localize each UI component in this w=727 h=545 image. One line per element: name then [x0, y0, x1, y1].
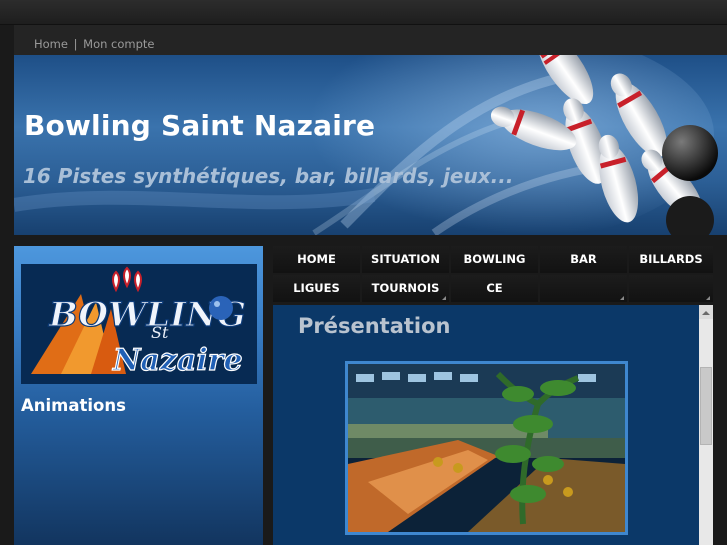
right-edge: [713, 246, 727, 545]
content-scrollbar[interactable]: [699, 305, 713, 545]
nav-label: HOME: [297, 252, 336, 266]
site-tagline: 16 Pistes synthétiques, bar, billards, j…: [23, 164, 514, 188]
nav-label: TOURNOIS: [371, 281, 440, 295]
submenu-arrow-icon: [442, 296, 446, 300]
nav-label: CE: [486, 281, 503, 295]
header-banner: Bowling Saint Nazaire 16 Pistes synthéti…: [14, 55, 727, 235]
nav-item-situation[interactable]: SITUATION: [362, 246, 449, 273]
bowling-pins-illustration: [490, 55, 718, 235]
main-navigation: HOME SITUATION BOWLING BAR BILLARDS LIGU…: [273, 246, 713, 302]
svg-text:St: St: [151, 323, 169, 342]
account-link[interactable]: Mon compte: [83, 37, 154, 51]
nav-item-ce[interactable]: CE: [451, 275, 538, 302]
site-title: Bowling Saint Nazaire: [24, 109, 376, 142]
nav-item-home[interactable]: HOME: [273, 246, 360, 273]
page-title: Présentation: [298, 314, 451, 338]
main-content: Présentation: [273, 305, 699, 545]
nav-label: BOWLING: [463, 252, 526, 266]
nav-label: BILLARDS: [639, 252, 703, 266]
nav-item-billards[interactable]: BILLARDS: [629, 246, 713, 273]
sidebar-heading: Animations: [21, 396, 126, 415]
scroll-thumb[interactable]: [700, 367, 712, 445]
nav-item-empty-1[interactable]: [540, 275, 627, 302]
bowling-logo[interactable]: BOWLING St Nazaire: [21, 264, 257, 384]
top-navigation: Home | Mon compte: [14, 25, 727, 55]
home-link[interactable]: Home: [34, 37, 68, 51]
nav-label: LIGUES: [293, 281, 340, 295]
nav-item-bowling[interactable]: BOWLING: [451, 246, 538, 273]
svg-text:Nazaire: Nazaire: [112, 343, 243, 378]
nav-item-empty-2[interactable]: [629, 275, 713, 302]
top-bar: [0, 0, 727, 25]
sidebar: BOWLING St Nazaire Animations: [14, 246, 263, 545]
submenu-arrow-icon: [620, 296, 624, 300]
link-separator: |: [73, 37, 78, 51]
nav-item-ligues[interactable]: LIGUES: [273, 275, 360, 302]
nav-item-tournois[interactable]: TOURNOIS: [362, 275, 449, 302]
scroll-up-icon[interactable]: [699, 305, 713, 319]
submenu-arrow-icon: [706, 296, 710, 300]
header-divider: [14, 235, 727, 246]
nav-label: BAR: [570, 252, 597, 266]
nav-label: SITUATION: [371, 252, 440, 266]
bowling-interior-photo: [345, 361, 628, 535]
nav-item-bar[interactable]: BAR: [540, 246, 627, 273]
user-links: Home | Mon compte: [34, 37, 155, 51]
